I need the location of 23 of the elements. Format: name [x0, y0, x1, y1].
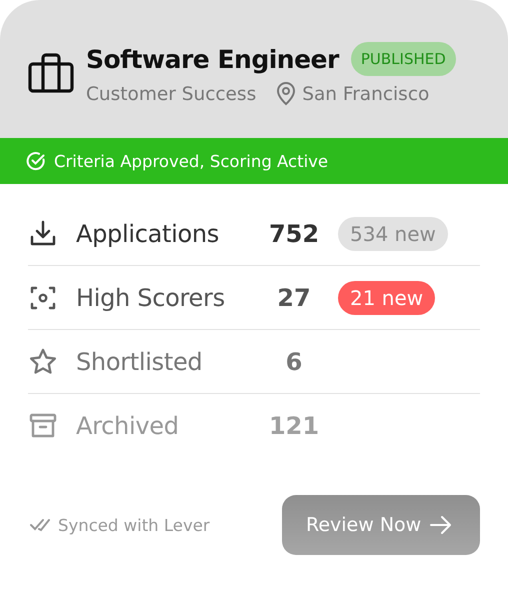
new-count-badge: 534 new: [338, 216, 448, 250]
new-count-badge: 21 new: [338, 280, 436, 314]
banner-text: Criteria Approved, Scoring Active: [54, 152, 328, 170]
job-title: Software Engineer: [86, 44, 339, 74]
stat-label: Applications: [76, 220, 220, 248]
stat-count: 6: [284, 348, 304, 376]
sync-status-text: Synced with Lever: [58, 516, 210, 534]
stat-label: Archived: [76, 412, 180, 440]
star-icon: [28, 346, 58, 376]
status-badge: PUBLISHED: [350, 42, 456, 76]
briefcase-icon: [28, 53, 74, 93]
department-text: Customer Success: [86, 84, 256, 104]
stat-label: High Scorers: [76, 284, 226, 312]
stat-count: 27: [276, 284, 312, 312]
review-now-button[interactable]: Review Now: [282, 495, 480, 555]
location-pin-icon: [276, 82, 296, 106]
double-check-icon: [30, 518, 52, 532]
location-text: San Francisco: [302, 84, 430, 104]
stat-count: 752: [268, 220, 320, 248]
stat-count: 121: [268, 412, 320, 440]
check-circle-icon: [26, 151, 46, 171]
stat-label: Shortlisted: [76, 348, 204, 376]
arrow-right-icon: [429, 515, 454, 535]
